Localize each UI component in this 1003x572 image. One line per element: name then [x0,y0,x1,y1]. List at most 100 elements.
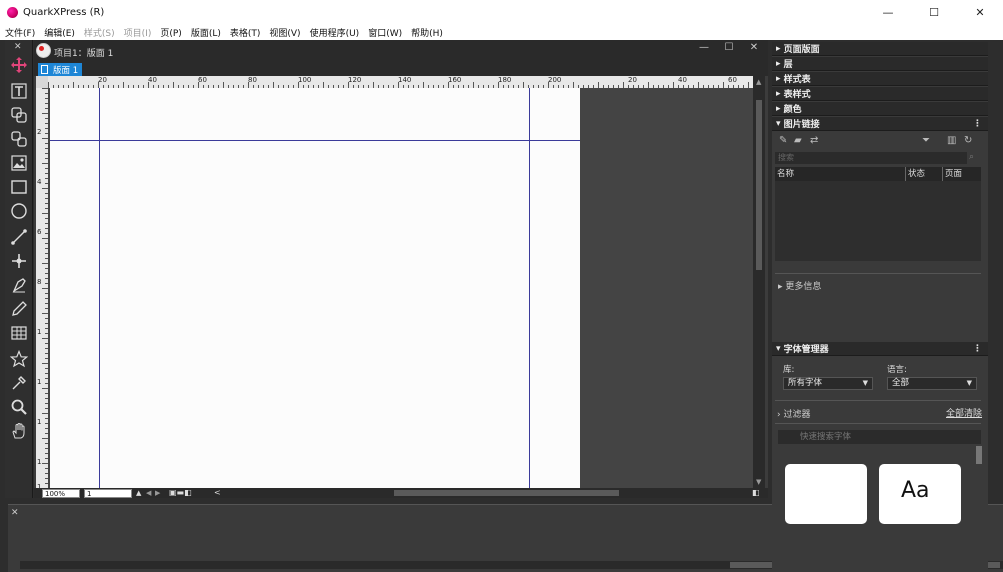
move-tool-icon[interactable] [8,54,30,76]
edit-icon[interactable]: ✎ [779,135,787,146]
doc-maximize-button[interactable]: ☐ [722,42,736,53]
oval-box-icon[interactable] [8,200,30,222]
menu-edit[interactable]: 编辑(E) [44,26,75,39]
menu-window[interactable]: 窗口(W) [368,26,402,39]
ruler-label: 1 [37,458,42,466]
view-mode-icon[interactable]: ▣▬◧ [169,488,192,497]
font-manager-title: 字体管理器 [783,345,829,355]
font-preview-card[interactable] [785,464,867,524]
column-status[interactable]: 状态 [905,167,942,181]
split-view-icon[interactable]: ◧ [752,488,760,497]
rectangle-box-icon[interactable] [8,176,30,198]
update-icon[interactable]: ⇄ [810,135,818,146]
style-sheets-panel-header[interactable]: ▸ 样式表 [772,72,988,86]
picture-content-icon[interactable] [8,152,30,174]
filter-toggle[interactable]: › 过滤器 [777,407,810,420]
ruler-label: 4 [37,178,42,186]
next-page-icon[interactable]: ▶ [155,489,160,497]
zoom-tool-icon[interactable] [8,396,30,418]
ruler-label: 20 [628,76,637,84]
page-layout-title: 页面版面 [783,45,820,55]
layout-tab-1[interactable]: 版面 1 [38,63,83,76]
pasteboard[interactable] [48,88,753,490]
font-preview-card[interactable]: Aa [879,464,961,524]
library-label: 库: [783,365,795,375]
table-styles-panel-header[interactable]: ▸ 表样式 [772,87,988,101]
font-manager-panel-header[interactable]: ▾ 字体管理器 ⋮ [772,342,988,356]
clear-all-link[interactable]: 全部清除 [946,406,982,419]
menu-bar: 文件(F) 编辑(E) 样式(S) 项目(I) 页(P) 版面(L) 表格(T)… [0,24,1003,40]
pan-hand-icon[interactable] [8,420,30,442]
page-number-field[interactable]: 1 [84,489,132,498]
column-name[interactable]: 名称 [775,167,905,181]
scroll-left-icon[interactable]: < [214,488,221,497]
horizontal-scroll-thumb[interactable] [394,490,619,496]
star-tool-icon[interactable] [8,348,30,370]
search-icon: ⌕ [969,152,975,162]
scroll-down-icon[interactable]: ▼ [756,478,761,486]
font-search-input[interactable]: 快速搜索字体 [778,430,981,444]
menu-utilities[interactable]: 使用程序(U) [310,26,360,39]
column-settings-icon[interactable]: ▥ [947,135,956,146]
pen-tool-icon[interactable] [8,274,30,296]
doc-close-button[interactable]: ✕ [747,42,761,53]
close-icon[interactable]: ✕ [11,508,19,518]
menu-help[interactable]: 帮助(H) [411,26,443,39]
vertical-ruler[interactable]: 246811111 [36,88,48,490]
ruler-label: 160 [448,76,462,84]
filter-icon[interactable]: ⏷ [922,135,930,146]
layers-panel-header[interactable]: ▸ 层 [772,57,988,71]
text-unlinking-icon[interactable] [8,128,30,150]
maximize-button[interactable]: ☐ [911,0,957,24]
more-info-toggle[interactable]: ▸ 更多信息 [778,279,821,292]
text-linking-icon[interactable] [8,104,30,126]
menu-view[interactable]: 视图(V) [269,26,300,39]
image-links-table-body[interactable] [775,181,981,261]
document-page[interactable] [50,88,580,490]
eyedropper-icon[interactable] [8,372,30,394]
refresh-icon[interactable]: ↻ [964,135,972,146]
image-links-search-input[interactable]: 搜索 [775,152,967,164]
library-select[interactable]: 所有字体 ▼ [783,377,873,390]
panel-menu-icon[interactable]: ⋮ [973,344,982,354]
style-sheets-title: 样式表 [783,75,811,85]
prev-page-icon[interactable]: ◀ [146,489,151,497]
close-icon[interactable]: ✕ [14,42,22,52]
menu-layout[interactable]: 版面(L) [191,26,221,39]
menu-page[interactable]: 页(P) [160,26,181,39]
font-preview-sample: Aa [901,478,930,503]
library-value: 所有字体 [788,378,823,388]
scroll-up-icon[interactable]: ▲ [756,78,761,86]
menu-item[interactable]: 项目(I) [124,26,152,39]
language-select[interactable]: 全部 ▼ [887,377,977,390]
line-tool-icon[interactable] [8,226,30,248]
panel-menu-icon[interactable]: ⋮ [973,119,982,129]
doc-minimize-button[interactable]: — [697,42,711,53]
menu-table[interactable]: 表格(T) [230,26,261,39]
close-button[interactable]: ✕ [957,0,1003,24]
zoom-field[interactable]: 100% [42,489,80,498]
pencil-tool-icon[interactable] [8,298,30,320]
font-list-scrollbar[interactable] [976,446,982,464]
page-menu-icon[interactable]: ▲ [136,489,141,497]
ruler-label: 2 [37,128,42,136]
text-tool-icon[interactable] [8,80,30,102]
image-links-panel-header[interactable]: ▾ 图片链接 ⋮ [772,117,988,131]
table-tool-icon[interactable] [8,322,30,344]
menu-file[interactable]: 文件(F) [5,26,35,39]
minimize-button[interactable]: — [865,0,911,24]
open-folder-icon[interactable]: ▰ [794,135,802,146]
page-layout-panel-header[interactable]: ▸ 页面版面 [772,42,988,56]
horizontal-ruler[interactable]: 20 40 60 80 100 120 140 160 180 200 20 40 60 [48,76,753,88]
colors-panel-header[interactable]: ▸ 颜色 [772,102,988,116]
chevron-down-icon: ▼ [966,379,972,387]
ruler-origin[interactable] [36,76,48,88]
ruler-label: 60 [198,76,207,84]
layout-tab-label: 版面 1 [53,65,79,76]
column-page[interactable]: 页面 [942,167,981,181]
image-links-toolbar: ✎ ▰ ⇄ ⏷ ▥ ↻ [772,131,988,151]
menu-style[interactable]: 样式(S) [84,26,115,39]
vertical-scrollbar[interactable]: ▲ ▼ [753,76,765,490]
vertical-scroll-thumb[interactable] [756,100,762,270]
scissors-move-icon[interactable] [8,250,30,272]
